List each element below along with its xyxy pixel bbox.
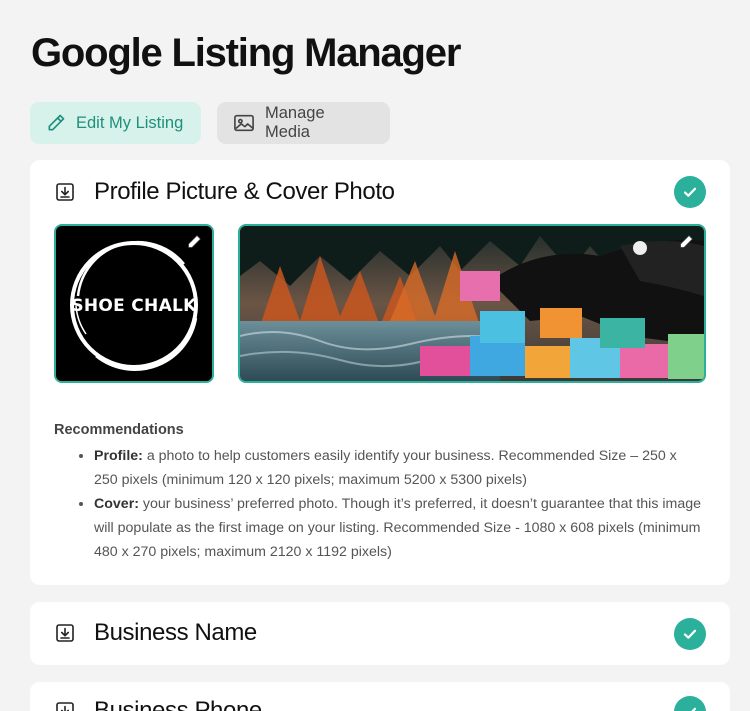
list-item-label: Profile: xyxy=(94,448,143,464)
edit-pencil-icon[interactable] xyxy=(678,234,694,250)
list-item: Cover: your business’ preferred photo. T… xyxy=(94,492,704,564)
check-icon xyxy=(674,696,706,711)
cover-photo-image xyxy=(240,226,704,381)
tab-edit-my-listing[interactable]: Edit My Listing xyxy=(30,102,201,144)
image-icon xyxy=(234,114,254,132)
list-item-text: a photo to help customers easily identif… xyxy=(94,448,677,488)
section-business-phone: Business Phone xyxy=(30,682,730,711)
check-icon xyxy=(674,176,706,208)
section-business-name: Business Name xyxy=(30,602,730,665)
list-item-label: Cover: xyxy=(94,496,139,512)
section-header[interactable]: Profile Picture & Cover Photo xyxy=(30,160,730,224)
recommendations: Recommendations Profile: a photo to help… xyxy=(54,418,704,564)
section-title: Business Name xyxy=(94,619,257,646)
download-icon xyxy=(56,183,74,201)
section-header[interactable]: Business Name xyxy=(30,602,730,666)
section-profile-cover: Profile Picture & Cover Photo SHOE CHALK xyxy=(30,160,730,585)
section-title: Business Phone xyxy=(94,697,262,711)
check-icon xyxy=(674,618,706,650)
edit-pencil-icon[interactable] xyxy=(186,234,202,250)
recommendations-list: Profile: a photo to help customers easil… xyxy=(54,444,704,564)
recommendations-title: Recommendations xyxy=(54,422,184,438)
list-item: Profile: a photo to help customers easil… xyxy=(94,444,704,492)
section-header[interactable]: Business Phone xyxy=(30,682,730,711)
download-icon xyxy=(56,624,74,642)
section-title: Profile Picture & Cover Photo xyxy=(94,178,395,205)
pencil-icon xyxy=(48,114,65,131)
list-item-text: your business’ preferred photo. Though i… xyxy=(94,496,702,560)
tab-manage-media[interactable]: Manage Media xyxy=(217,102,390,144)
cover-photo[interactable] xyxy=(238,224,706,383)
page-title: Google Listing Manager xyxy=(31,31,461,75)
profile-picture[interactable]: SHOE CHALK xyxy=(54,224,214,383)
tab-label: Manage Media xyxy=(265,104,325,141)
svg-text:SHOE CHALK: SHOE CHALK xyxy=(71,296,197,316)
tab-label: Edit My Listing xyxy=(76,113,184,132)
download-icon xyxy=(56,702,74,711)
